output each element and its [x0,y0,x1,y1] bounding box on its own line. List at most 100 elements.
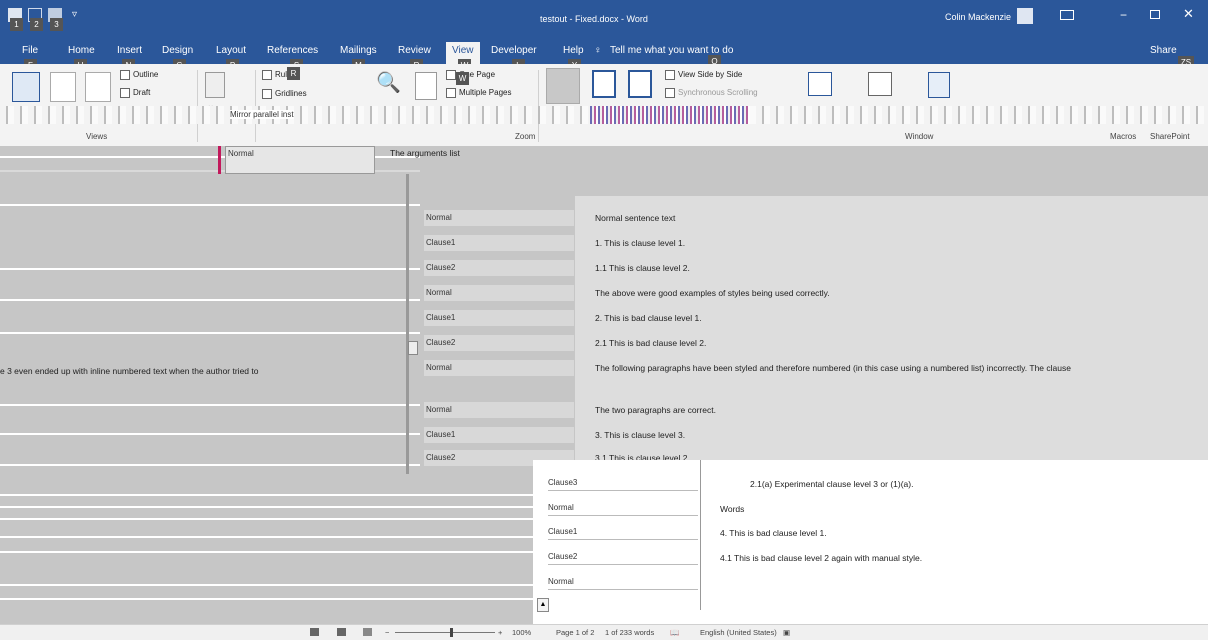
style-cell: Clause2 [424,260,574,276]
tab-home[interactable]: Home [68,45,95,56]
lightbulb-icon: ♀ [594,45,602,56]
macro-record-icon[interactable]: ▣ [783,628,790,637]
style-cell: Clause1 [424,235,574,251]
customize-qat-icon[interactable]: ▿ [72,9,77,20]
zoom-in-icon[interactable]: + [498,628,502,637]
tab-insert[interactable]: Insert [117,45,142,56]
paragraph[interactable]: 2.1 This is bad clause level 2. [595,338,706,348]
web-layout-button[interactable] [85,72,111,102]
read-mode-button[interactable] [12,72,40,102]
qat-keytip-1: 1 [10,18,23,31]
paragraph[interactable]: Words [720,504,744,514]
paragraph[interactable]: 2.1(a) Experimental clause level 3 or (1… [750,479,913,489]
ribbon-smear-color [590,106,750,124]
stripe [0,551,533,553]
hundred-percent-button[interactable] [415,72,437,100]
style-cell: Normal [548,501,698,516]
tab-references[interactable]: References [267,45,318,56]
top-text: The arguments list [390,148,460,158]
split-handle[interactable] [408,341,418,355]
zoom-group-label: Zoom [515,132,536,141]
page-count[interactable]: Page 1 of 2 [556,628,594,637]
tab-developer[interactable]: Developer [491,45,537,56]
tab-review[interactable]: Review [398,45,431,56]
paragraph[interactable]: 1. This is clause level 1. [595,238,685,248]
new-window-button[interactable] [546,68,580,104]
maximize-icon[interactable] [1150,10,1160,19]
split-button[interactable] [628,70,652,98]
tab-file[interactable]: File [22,45,38,56]
paragraph[interactable]: The above were good examples of styles b… [595,288,830,298]
switch-windows-button[interactable] [808,72,832,96]
stripe [0,584,533,586]
macros-button[interactable] [868,72,892,96]
tab-layout[interactable]: Layout [216,45,246,56]
minimize-icon[interactable]: − [1120,8,1127,22]
style-cell: Clause1 [424,310,574,326]
user-name[interactable]: Colin Mackenzie [945,12,1011,22]
paragraph[interactable]: 4.1 This is bad clause level 2 again wit… [720,553,922,563]
views-group-label: Views [86,132,108,141]
tab-help[interactable]: Help [563,45,584,56]
tab-mailings[interactable]: Mailings [340,45,377,56]
style-pane-divider-2 [700,460,701,610]
title-bar: 1 2 3 ▿ testout - Fixed.docx - Word Coli… [0,0,1208,40]
print-layout-button[interactable] [50,72,76,102]
zoom-level[interactable]: 100% [512,628,531,637]
proofing-icon[interactable]: 📖 [670,628,679,637]
draft-button[interactable]: Draft [120,88,150,98]
stripe [0,299,420,301]
stripe [0,204,420,206]
arrange-all-button[interactable] [592,70,616,98]
zoom-slider[interactable] [395,632,495,633]
language[interactable]: English (United States) [700,628,777,637]
zoom-thumb[interactable] [450,628,453,637]
status-bar: − + 100% Page 1 of 2 1 of 233 words 📖 En… [0,624,1208,640]
zoom-out-icon[interactable]: − [385,628,389,637]
left-fragment-text: e 3 even ended up with inline numbered t… [0,366,259,376]
gridlines-checkbox[interactable]: Gridlines [262,89,307,99]
ribbon-display-options-icon[interactable] [1060,10,1074,20]
stripe [0,506,533,508]
paragraph[interactable]: The two paragraphs are correct. [595,405,716,415]
share-button[interactable]: Share [1150,45,1177,56]
outline-button[interactable]: Outline [120,70,158,80]
synchronous-scrolling-button[interactable]: Synchronous Scrolling [665,88,758,98]
paragraph[interactable]: 1.1 This is clause level 2. [595,263,690,273]
properties-button[interactable] [928,72,950,98]
style-cell: Normal [424,210,574,226]
style-pane-divider[interactable] [406,174,409,474]
close-icon[interactable]: ✕ [1183,6,1194,22]
vertical-page-movement-button[interactable] [205,72,225,98]
paragraph[interactable]: 2. This is bad clause level 1. [595,313,702,323]
avatar[interactable] [1017,8,1033,24]
one-page-button[interactable]: One Page [446,70,495,80]
keytip-one-page: W [456,72,469,85]
change-bar [218,146,221,174]
ribbon-tabs: File Home Insert Design Layout Reference… [0,40,1208,72]
style-cell: Normal [424,402,574,418]
stripe [0,598,533,600]
paragraph[interactable]: 3. This is clause level 3. [595,430,685,440]
read-mode-icon[interactable] [310,628,319,636]
stripe [0,518,533,520]
paragraph[interactable]: 4. This is bad clause level 1. [720,528,827,538]
stripe [0,268,420,270]
style-cell: Clause2 [548,550,698,565]
tab-design[interactable]: Design [162,45,193,56]
multiple-pages-button[interactable]: Multiple Pages [446,88,511,98]
zoom-icon[interactable]: 🔍 [376,70,401,95]
stripe [0,332,420,334]
document-area: Normal The arguments list e 3 even ended… [0,146,1208,624]
paragraph[interactable]: The following paragraphs have been style… [595,363,1205,373]
paragraph[interactable]: Normal sentence text [595,213,675,223]
sharepoint-group-label: SharePoint [1150,132,1190,141]
scroll-up-icon[interactable]: ▲ [537,598,549,612]
stripe [0,404,420,406]
style-cell: Clause1 [424,427,574,443]
web-layout-icon[interactable] [363,628,372,636]
view-side-by-side-button[interactable]: View Side by Side [665,70,742,80]
style-cell: Normal [424,285,574,301]
word-count[interactable]: 1 of 233 words [605,628,654,637]
print-layout-icon[interactable] [337,628,346,636]
